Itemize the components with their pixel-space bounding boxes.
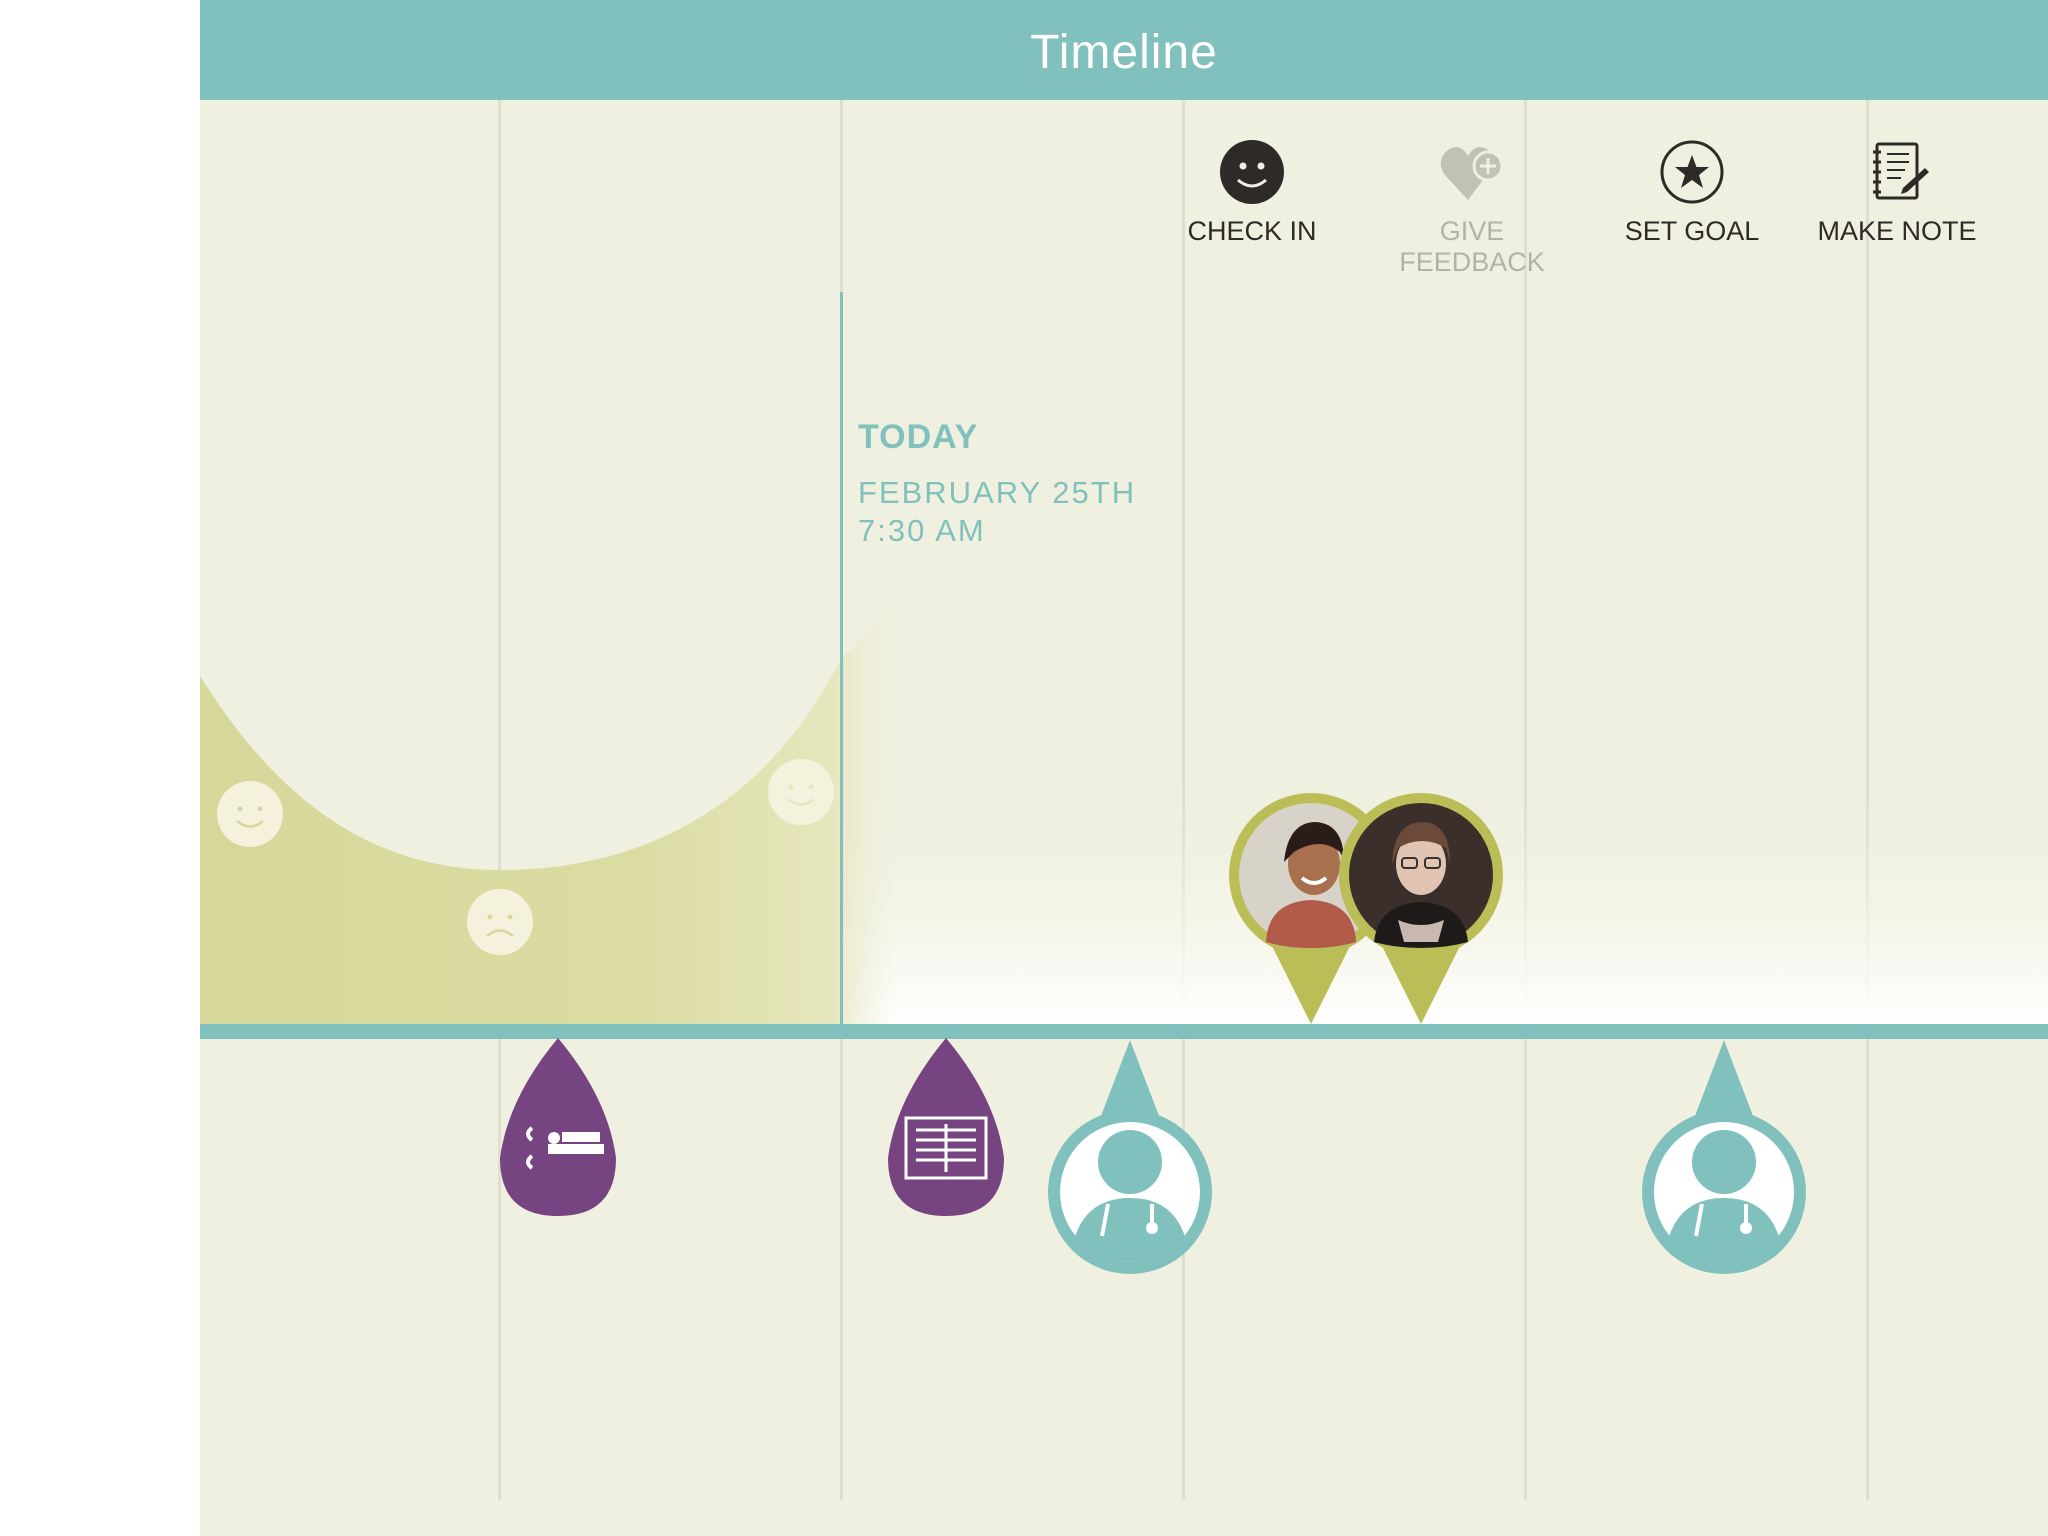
- star-circle-icon: [1660, 140, 1724, 204]
- make-note-button[interactable]: MAKE NOTE: [1797, 138, 1997, 247]
- give-feedback-button[interactable]: GIVE FEEDBACK: [1372, 138, 1572, 278]
- today-line: [840, 292, 843, 1026]
- today-datetime: FEBRUARY 25TH 7:30 AM: [858, 474, 1136, 550]
- set-goal-label: SET GOAL: [1624, 216, 1760, 246]
- today-label: TODAY: [858, 418, 979, 456]
- make-note-label: MAKE NOTE: [1817, 216, 1977, 246]
- timeline-axis: [200, 1024, 2048, 1039]
- event-pin-doctor-visit[interactable]: [1640, 1040, 1808, 1276]
- header-bar: Timeline: [200, 0, 2048, 100]
- page-title: Timeline: [1030, 26, 1218, 79]
- happy-face-icon[interactable]: [216, 780, 284, 848]
- today-time: 7:30 AM: [858, 513, 986, 548]
- give-feedback-label: GIVE FEEDBACK: [1399, 216, 1545, 277]
- smiley-icon: [1220, 140, 1284, 204]
- today-date: FEBRUARY 25TH: [858, 475, 1137, 510]
- sad-face-icon[interactable]: [466, 888, 534, 956]
- check-in-label: CHECK IN: [1187, 216, 1317, 246]
- set-goal-button[interactable]: SET GOAL: [1592, 138, 1792, 247]
- event-pin-doctor-visit[interactable]: [1046, 1040, 1214, 1276]
- timeline-app: TODAY FEBRUARY 25TH 7:30 AM CHECK IN GIV…: [200, 0, 2048, 1536]
- heart-plus-icon: [1440, 147, 1504, 200]
- event-pin-procedure[interactable]: [498, 1038, 618, 1218]
- notebook-pencil-icon: [1873, 142, 1929, 200]
- check-in-button[interactable]: CHECK IN: [1152, 138, 1352, 247]
- happy-face-icon[interactable]: [767, 758, 835, 826]
- event-pin-imaging[interactable]: [886, 1038, 1006, 1218]
- care-team-pin[interactable]: [1338, 792, 1504, 1026]
